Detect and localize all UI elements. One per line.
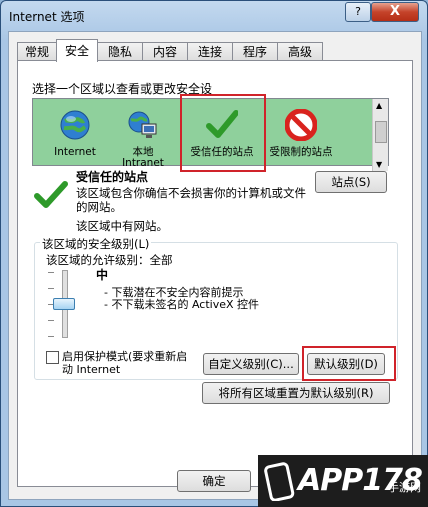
scroll-down-icon[interactable]: ▼ — [376, 160, 382, 169]
scroll-up-icon[interactable]: ▲ — [376, 101, 382, 110]
slider-tick — [48, 320, 54, 321]
window-title: Internet 选项 — [9, 10, 85, 24]
tab-privacy[interactable]: 隐私 — [97, 42, 143, 61]
security-level-label: 该区域的安全级别(L) — [40, 236, 152, 252]
help-button[interactable]: ? — [345, 2, 371, 22]
slider-tick — [48, 336, 54, 337]
scroll-thumb[interactable] — [375, 121, 387, 143]
protected-mode-label: 启用保护模式(要求重新启动 Internet — [62, 350, 188, 376]
allowed-level: 该区域的允许级别：全部 — [46, 253, 173, 267]
intranet-icon — [128, 111, 157, 138]
zone-status: 该区域中有网站。 — [76, 219, 168, 233]
ok-button[interactable]: 确定 — [177, 470, 251, 492]
trusted-check-icon — [34, 181, 68, 208]
slider-tick — [48, 288, 54, 289]
tab-content[interactable]: 内容 — [142, 42, 188, 61]
watermark-logo: APP178 手游网 — [258, 455, 428, 507]
custom-level-button[interactable]: 自定义级别(C)... — [203, 353, 299, 375]
tab-connections[interactable]: 连接 — [187, 42, 233, 61]
zone-restricted[interactable]: 受限制的站点 — [263, 99, 339, 171]
sites-button[interactable]: 站点(S) — [315, 171, 387, 193]
highlight-trusted-zone — [180, 94, 266, 172]
zone-internet[interactable]: Internet — [37, 99, 113, 171]
zone-title: 受信任的站点 — [76, 170, 149, 184]
watermark-subtext: 手游网 — [388, 481, 421, 494]
level-bullet-2: - 不下载未签名的 ActiveX 控件 — [104, 298, 260, 311]
zone-restricted-label: 受限制的站点 — [269, 146, 333, 158]
tab-programs[interactable]: 程序 — [232, 42, 278, 61]
zone-intranet[interactable]: 本地 Intranet — [105, 99, 181, 171]
zone-intranet-label: 本地 Intranet — [122, 146, 164, 169]
tab-advanced[interactable]: 高级 — [277, 42, 323, 61]
no-entry-icon — [285, 109, 317, 141]
level-name: 中 — [96, 268, 109, 282]
phone-logo-icon — [264, 462, 295, 501]
protected-mode-checkbox[interactable] — [46, 351, 59, 364]
zone-internet-label: Internet — [54, 146, 96, 158]
globe-icon — [60, 110, 90, 140]
tab-security[interactable]: 安全 — [56, 39, 98, 62]
zone-description: 该区域包含你确信不会损害你的计算机或文件的网站。 — [76, 186, 306, 214]
close-button[interactable]: X — [371, 2, 419, 22]
security-slider-thumb[interactable] — [53, 298, 75, 310]
slider-tick — [48, 272, 54, 273]
reset-all-zones-button[interactable]: 将所有区域重置为默认级别(R) — [202, 382, 390, 404]
zone-list-scrollbar[interactable]: ▲ ▼ — [372, 99, 388, 171]
tab-general[interactable]: 常规 — [17, 42, 57, 61]
highlight-default-level — [302, 346, 396, 381]
